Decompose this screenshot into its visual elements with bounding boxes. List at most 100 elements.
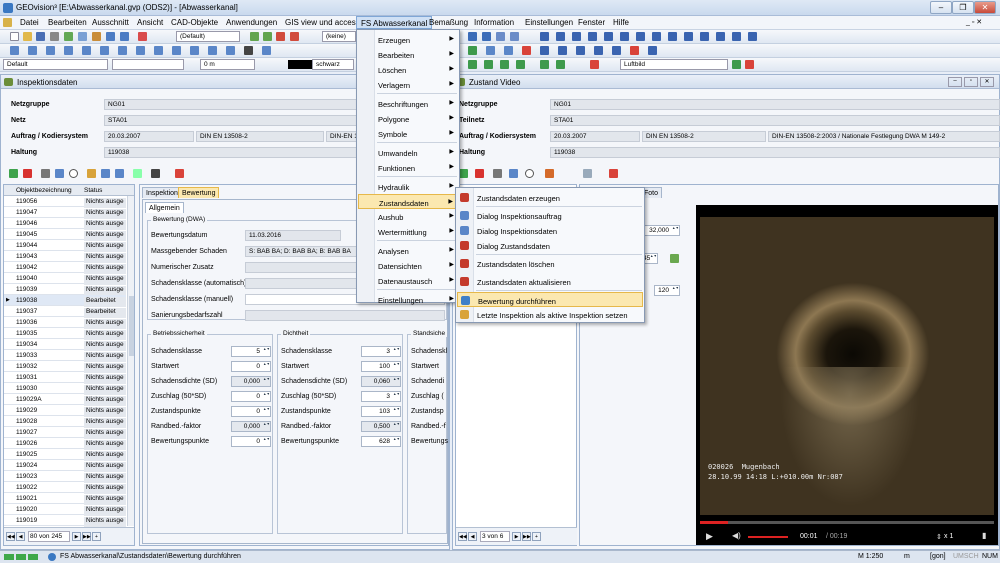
remove-icon[interactable] <box>23 169 32 178</box>
menu-item[interactable]: Löschen ▶ <box>358 62 458 77</box>
layer-tool-icon-4[interactable] <box>516 60 525 69</box>
speed-icon[interactable]: ⇕ <box>936 533 942 541</box>
table-row[interactable]: 119033 Nichts ausge <box>4 350 126 362</box>
undo-icon[interactable] <box>106 32 115 41</box>
snap-icon-7[interactable] <box>636 32 645 41</box>
volume-slider[interactable] <box>748 536 788 538</box>
nav-new-button[interactable]: + <box>92 532 101 541</box>
distance-field[interactable]: 0 m <box>200 59 255 70</box>
draw-icon-18[interactable] <box>540 46 549 55</box>
video-search-icon[interactable] <box>525 169 534 178</box>
submenu-item[interactable]: Zustandsdaten löschen <box>457 256 643 271</box>
menu-item[interactable]: Erzeugen ▶ <box>358 32 458 47</box>
draw-icon-12[interactable] <box>208 46 217 55</box>
style-select[interactable]: (Default) <box>176 31 240 42</box>
play-icon[interactable]: ▶ <box>706 531 713 542</box>
video-progress-track[interactable] <box>700 521 994 524</box>
style-icon-3[interactable] <box>276 32 285 41</box>
menu-item[interactable]: Datenaustausch ▶ <box>358 273 458 288</box>
layer-tool-icon-6[interactable] <box>556 60 565 69</box>
draw-icon-19[interactable] <box>558 46 567 55</box>
table-row[interactable]: 119042 Nichts ausge <box>4 262 126 274</box>
filter-icon[interactable] <box>55 169 64 178</box>
video-link-icon[interactable] <box>583 169 592 178</box>
table-row[interactable]: 119026 Nichts ausge <box>4 438 126 450</box>
menu-item[interactable]: Bearbeiten ▶ <box>358 47 458 62</box>
layer-tool-icon-5[interactable] <box>540 60 549 69</box>
submenu-item[interactable]: Zustandsdaten aktualisieren <box>457 274 643 289</box>
group-row-value[interactable]: 0 <box>231 391 271 402</box>
chart-icon-2[interactable] <box>101 169 110 178</box>
draw-icon-14[interactable] <box>468 46 477 55</box>
table-row[interactable]: 119029 Nichts ausge <box>4 405 126 417</box>
table-icon[interactable] <box>262 46 271 55</box>
redo-icon[interactable] <box>120 32 129 41</box>
video-filter-icon[interactable] <box>509 169 518 178</box>
menu-item[interactable]: Umwandeln ▶ <box>358 145 458 160</box>
menu-anwendungen[interactable]: Anwendungen <box>226 18 277 27</box>
tab-bewertung[interactable]: Bewertung <box>178 187 220 198</box>
table-row[interactable]: 119044 Nichts ausge <box>4 240 126 252</box>
menu-datei[interactable]: Datei <box>20 18 39 27</box>
snap-icon-4[interactable] <box>588 32 597 41</box>
table-row[interactable]: 119038 Bearbeitet ▶ <box>4 295 126 307</box>
menu-ausschnitt[interactable]: Ausschnitt <box>92 18 129 27</box>
draw-icon-20[interactable] <box>576 46 585 55</box>
table-row[interactable]: 119036 Nichts ausge <box>4 317 126 329</box>
mdi-controls[interactable]: _ ▫ ✕ <box>966 18 982 26</box>
group-row-value[interactable]: 0,000 <box>231 421 271 432</box>
video-nav-prev-button[interactable]: ◀ <box>468 532 477 541</box>
print-icon[interactable] <box>50 32 59 41</box>
table-row[interactable]: 119022 Nichts ausge <box>4 482 126 494</box>
table-row[interactable]: 119043 Nichts ausge <box>4 251 126 263</box>
submenu-item[interactable]: Dialog Zustandsdaten <box>457 238 643 253</box>
menu-item[interactable]: Beschriftungen ▶ <box>358 96 458 111</box>
layer-select[interactable]: Default <box>3 59 108 70</box>
table-row[interactable]: 119023 Nichts ausge <box>4 471 126 483</box>
table-row[interactable]: 119032 Nichts ausge <box>4 361 126 373</box>
fullscreen-icon[interactable]: ▮ <box>982 531 986 540</box>
draw-icon-13[interactable] <box>226 46 235 55</box>
menu-fenster[interactable]: Fenster <box>578 18 605 27</box>
group-row-value[interactable]: 0,060 <box>361 376 401 387</box>
snap-icon-10[interactable] <box>684 32 693 41</box>
video-nav-next-button[interactable]: ▶ <box>512 532 521 541</box>
submenu-item[interactable]: Zustandsdaten erzeugen <box>457 190 643 205</box>
image-icon-2[interactable] <box>745 60 754 69</box>
table-row[interactable]: 119056 Nichts ausge <box>4 196 126 208</box>
snap-icon-8[interactable] <box>652 32 661 41</box>
layer-tool-icon-2[interactable] <box>484 60 493 69</box>
menu-item[interactable]: Analysen ▶ <box>358 243 458 258</box>
video-nav-new-button[interactable]: + <box>532 532 541 541</box>
submenu-item[interactable]: Letzte Inspektion als aktive Inspektion … <box>457 307 643 322</box>
draw-icon-21[interactable] <box>594 46 603 55</box>
draw-icon-7[interactable] <box>118 46 127 55</box>
table-row[interactable]: 119034 Nichts ausge <box>4 339 126 351</box>
table-row[interactable]: 119035 Nichts ausge <box>4 328 126 340</box>
submenu-item[interactable]: Dialog Inspektionsauftrag <box>457 208 643 223</box>
group-row-value[interactable]: 0,000 <box>231 376 271 387</box>
options-icon[interactable] <box>175 169 184 178</box>
draw-icon-10[interactable] <box>172 46 181 55</box>
table-row[interactable]: 119019 Nichts ausge <box>4 515 126 527</box>
save-icon[interactable] <box>36 32 45 41</box>
image-icon[interactable] <box>732 60 741 69</box>
video-options-icon[interactable] <box>609 169 618 178</box>
video-speed[interactable]: x 1 <box>944 533 953 540</box>
color-select[interactable]: schwarz <box>312 59 354 70</box>
linetype-select[interactable] <box>112 59 184 70</box>
paste-icon[interactable] <box>92 32 101 41</box>
table-row[interactable]: 119024 Nichts ausge <box>4 460 126 472</box>
menu-item[interactable]: Einstellungen ▶ <box>358 292 458 307</box>
menu-item[interactable]: Symbole ▶ <box>358 126 458 141</box>
grid-icon[interactable] <box>468 32 477 41</box>
col-objektbezeichnung[interactable]: Objektbezeichnung <box>16 187 72 194</box>
menu-item[interactable]: Verlagern ▶ <box>358 77 458 92</box>
grid-icon-2[interactable] <box>482 32 491 41</box>
nav-first-button[interactable]: ◀◀ <box>6 532 15 541</box>
layer-tool-icon-7[interactable] <box>590 60 599 69</box>
group-row-value[interactable]: 0 <box>231 436 271 447</box>
draw-icon[interactable] <box>10 46 19 55</box>
volume-icon[interactable]: ◀) <box>732 531 741 540</box>
table-row[interactable]: 119047 Nichts ausge <box>4 207 126 219</box>
